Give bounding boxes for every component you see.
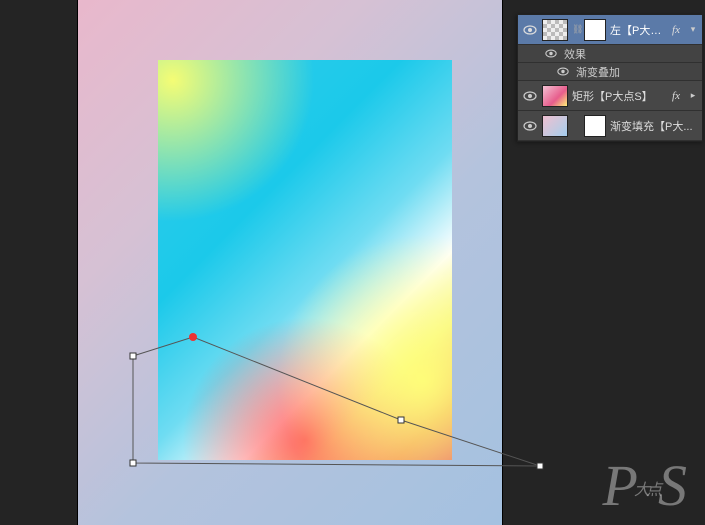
mask-link-icon[interactable]: ⛓ bbox=[572, 24, 580, 35]
layers-panel: ⛓ 左【P大点S】 fx ▾ 效果 渐变叠加 矩形【P大点S】 fx ▸ 渐变填… bbox=[517, 14, 703, 142]
fx-chevron-icon[interactable]: ▾ bbox=[688, 24, 698, 35]
visibility-toggle[interactable] bbox=[522, 22, 538, 38]
artboard bbox=[158, 60, 452, 460]
fx-item-row[interactable]: 渐变叠加 bbox=[518, 63, 702, 81]
layer-thumb[interactable] bbox=[542, 85, 568, 107]
watermark: P大点S bbox=[603, 452, 683, 519]
visibility-toggle[interactable] bbox=[556, 67, 570, 76]
fx-indicator[interactable]: fx bbox=[668, 90, 684, 102]
layer-name[interactable]: 渐变填充【P大... bbox=[610, 118, 698, 134]
fx-indicator[interactable]: fx bbox=[668, 24, 684, 36]
fx-header-label: 效果 bbox=[564, 46, 586, 62]
layer-thumb[interactable] bbox=[542, 115, 568, 137]
transform-handle-tr[interactable] bbox=[398, 417, 405, 424]
document-canvas[interactable] bbox=[78, 0, 502, 525]
layer-row-rect[interactable]: 矩形【P大点S】 fx ▸ bbox=[518, 81, 702, 111]
transform-handle-bl[interactable] bbox=[130, 460, 137, 467]
transform-handle-br[interactable] bbox=[537, 463, 544, 470]
visibility-toggle[interactable] bbox=[544, 49, 558, 58]
layer-name[interactable]: 左【P大点S】 bbox=[610, 22, 664, 38]
layer-mask-thumb[interactable] bbox=[584, 115, 606, 137]
transform-handle-tl[interactable] bbox=[130, 353, 137, 360]
fx-header-row[interactable]: 效果 bbox=[518, 45, 702, 63]
visibility-toggle[interactable] bbox=[522, 88, 538, 104]
fx-chevron-icon[interactable]: ▸ bbox=[688, 90, 698, 101]
layer-mask-thumb[interactable] bbox=[584, 19, 606, 41]
layer-row-gradient-fill[interactable]: 渐变填充【P大... bbox=[518, 111, 702, 141]
fx-item-label: 渐变叠加 bbox=[576, 64, 620, 80]
layer-name[interactable]: 矩形【P大点S】 bbox=[572, 88, 664, 104]
visibility-toggle[interactable] bbox=[522, 118, 538, 134]
layer-row-left[interactable]: ⛓ 左【P大点S】 fx ▾ bbox=[518, 15, 702, 45]
layer-thumb[interactable] bbox=[542, 19, 568, 41]
transform-pivot[interactable] bbox=[189, 333, 197, 341]
